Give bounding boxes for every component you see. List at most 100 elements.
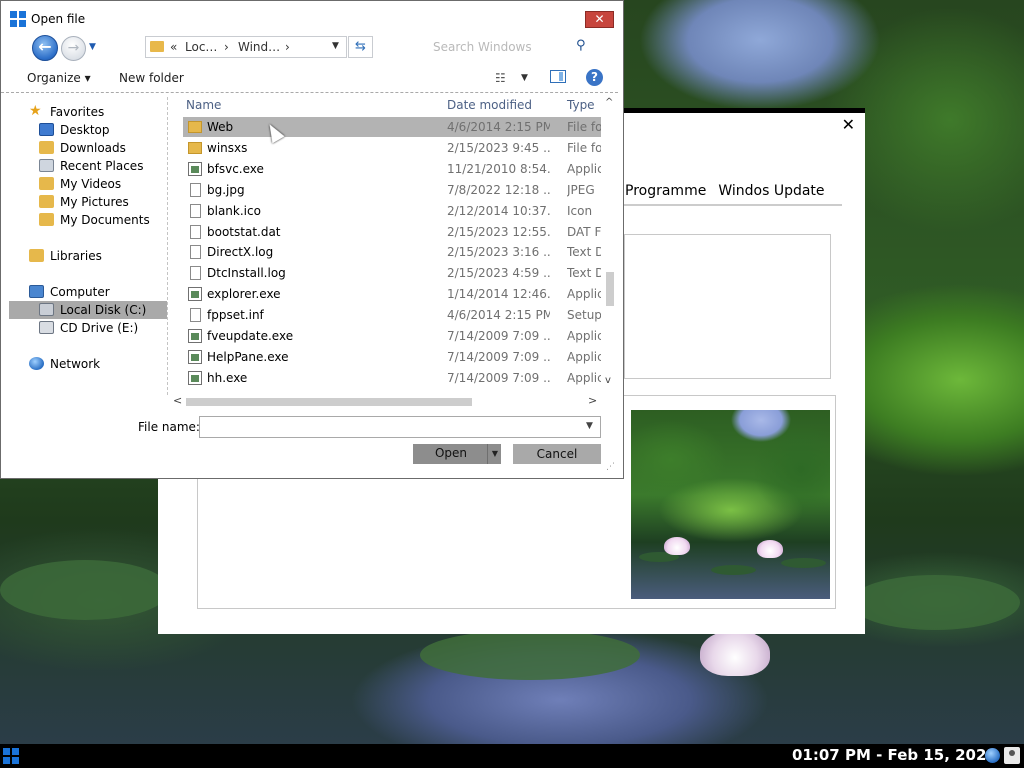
file-name: DirectX.log <box>207 245 274 260</box>
file-name: explorer.exe <box>207 287 281 302</box>
nav-computer[interactable]: Computer <box>9 283 167 301</box>
horizontal-scrollbar[interactable]: < > <box>169 393 602 409</box>
breadcrumb-windows[interactable]: Wind… <box>238 40 280 54</box>
network-globe-icon[interactable] <box>985 748 1000 763</box>
breadcrumb-separator[interactable]: › <box>224 40 229 54</box>
file-name: bg.jpg <box>207 182 245 197</box>
forward-arrow-icon[interactable]: → <box>61 36 86 61</box>
nav-my-videos[interactable]: My Videos <box>9 175 167 193</box>
file-row[interactable]: bg.jpg 7/8/2022 12:18 ... JPEG <box>183 180 601 200</box>
close-icon[interactable]: ✕ <box>842 117 855 133</box>
nav-cd-drive[interactable]: CD Drive (E:) <box>9 319 167 337</box>
address-bar[interactable]: « Loc… › Wind… › <box>145 36 347 58</box>
nav-label: Computer <box>50 285 110 299</box>
file-row[interactable]: fppset.inf 4/6/2014 2:15 PM Setup <box>183 305 601 325</box>
nav-recent-places[interactable]: Recent Places <box>9 157 167 175</box>
application-icon <box>188 349 202 364</box>
navigation-bar: ← → ▼ « Loc… › Wind… › ▼ ⇆ Search Window… <box>1 35 623 63</box>
nav-my-pictures[interactable]: My Pictures <box>9 193 167 211</box>
breadcrumb-overflow[interactable]: « <box>170 40 177 54</box>
taskbar-clock[interactable]: 01:07 PM - Feb 15, 2023 <box>792 746 997 764</box>
application-icon <box>188 329 202 343</box>
file-type: Applic <box>567 349 601 364</box>
open-dropdown-icon[interactable]: ▼ <box>487 444 502 464</box>
folder-icon <box>188 121 202 133</box>
windows-logo-icon <box>10 11 26 27</box>
scroll-up-icon[interactable]: ^ <box>605 97 613 108</box>
search-input[interactable]: Search Windows <box>433 40 532 54</box>
vertical-scrollbar[interactable]: ^ v <box>602 95 618 391</box>
nav-network[interactable]: Network <box>9 355 167 373</box>
organize-button[interactable]: Organize ▾ <box>27 71 91 85</box>
refresh-icon[interactable]: ⇆ <box>348 36 373 58</box>
close-button[interactable]: ✕ <box>585 11 614 28</box>
address-dropdown-icon[interactable]: ▼ <box>332 41 339 51</box>
file-name-input[interactable] <box>199 416 601 438</box>
divider <box>1 92 618 93</box>
resize-grip-icon[interactable]: ⋰ <box>606 462 615 472</box>
file-type: Text D <box>567 266 601 281</box>
file-row[interactable]: HelpPane.exe 7/14/2009 7:09 ... Applic <box>183 347 601 367</box>
menu-item-windos-update[interactable]: Windos Update <box>718 183 824 199</box>
file-row[interactable]: Web 4/6/2014 2:15 PM File fo <box>183 117 601 137</box>
file-row[interactable]: winsxs 2/15/2023 9:45 ... File fo <box>183 138 601 158</box>
search-box[interactable]: Search Windows ⚲ <box>426 36 598 58</box>
scroll-thumb[interactable] <box>186 398 472 406</box>
libraries-icon <box>29 249 44 262</box>
nav-favorites[interactable]: ★ Favorites <box>9 103 167 121</box>
pictures-folder-icon <box>39 195 54 208</box>
nav-label: My Pictures <box>60 195 129 209</box>
nav-my-documents[interactable]: My Documents <box>9 211 167 229</box>
scroll-left-icon[interactable]: < <box>173 394 182 407</box>
file-row[interactable]: hh.exe 7/14/2009 7:09 ... Applic <box>183 368 601 388</box>
pane-divider[interactable] <box>167 97 168 395</box>
view-options-icon[interactable]: ☷ <box>495 71 506 85</box>
help-icon[interactable]: ? <box>586 69 603 86</box>
open-button[interactable]: Open ▼ <box>413 444 501 464</box>
history-dropdown-icon[interactable]: ▼ <box>89 42 96 52</box>
file-row[interactable]: bootstat.dat 2/15/2023 12:55... DAT F <box>183 222 601 242</box>
view-dropdown-icon[interactable]: ▼ <box>521 73 528 83</box>
nav-desktop[interactable]: Desktop <box>9 121 167 139</box>
file-type: Icon <box>567 203 593 218</box>
column-header-date[interactable]: Date modified <box>447 98 532 112</box>
file-date: 7/14/2009 7:09 ... <box>447 370 550 385</box>
column-header-name[interactable]: Name <box>186 98 221 112</box>
nav-label: My Videos <box>60 177 122 191</box>
file-date: 1/14/2014 12:46... <box>447 287 550 302</box>
file-name: fveupdate.exe <box>207 329 294 343</box>
file-row[interactable]: DirectX.log 2/15/2023 3:16 ... Text D <box>183 242 601 262</box>
nav-downloads[interactable]: Downloads <box>9 139 167 157</box>
new-folder-button[interactable]: New folder <box>119 71 184 85</box>
title-bar[interactable]: Open file ✕ <box>1 1 623 35</box>
scroll-thumb[interactable] <box>606 272 614 306</box>
back-arrow-icon[interactable]: ← <box>32 35 58 61</box>
start-button[interactable] <box>3 748 19 764</box>
nav-label: Recent Places <box>60 159 144 173</box>
user-icon[interactable] <box>1004 747 1020 764</box>
scroll-right-icon[interactable]: > <box>588 394 597 407</box>
scroll-down-icon[interactable]: v <box>605 375 611 386</box>
menu-item-programme[interactable]: Programme <box>625 183 706 199</box>
search-icon[interactable]: ⚲ <box>576 38 586 53</box>
command-bar: Organize ▾ New folder ☷ ▼ ? <box>1 65 623 93</box>
nav-label: Network <box>50 357 101 371</box>
file-list: ^ Name Date modified Type Web 4/6/2014 2:… <box>182 95 602 391</box>
computer-icon <box>29 285 44 298</box>
file-row[interactable]: explorer.exe 1/14/2014 12:46... Applic <box>183 284 601 304</box>
breadcrumb-separator[interactable]: › <box>285 40 290 54</box>
file-row[interactable]: blank.ico 2/12/2014 10:37... Icon <box>183 201 601 221</box>
file-row[interactable]: bfsvc.exe 11/21/2010 8:54... Applic <box>183 159 601 179</box>
breadcrumb-local-disk[interactable]: Loc… <box>185 40 217 54</box>
column-header-type[interactable]: Type <box>567 98 595 112</box>
application-icon <box>188 287 202 302</box>
file-row[interactable]: fveupdate.exe 7/14/2009 7:09 ... Applic <box>183 326 601 346</box>
file-row[interactable]: DtcInstall.log 2/15/2023 4:59 ... Text D <box>183 263 601 283</box>
nav-label: Favorites <box>50 105 105 119</box>
nav-libraries[interactable]: Libraries <box>9 247 167 265</box>
nav-local-disk[interactable]: Local Disk (C:) <box>9 301 167 319</box>
preview-pane-icon[interactable] <box>550 70 566 83</box>
file-date: 4/6/2014 2:15 PM <box>447 308 550 323</box>
cancel-button[interactable]: Cancel <box>513 444 601 464</box>
folder-icon <box>150 41 164 52</box>
